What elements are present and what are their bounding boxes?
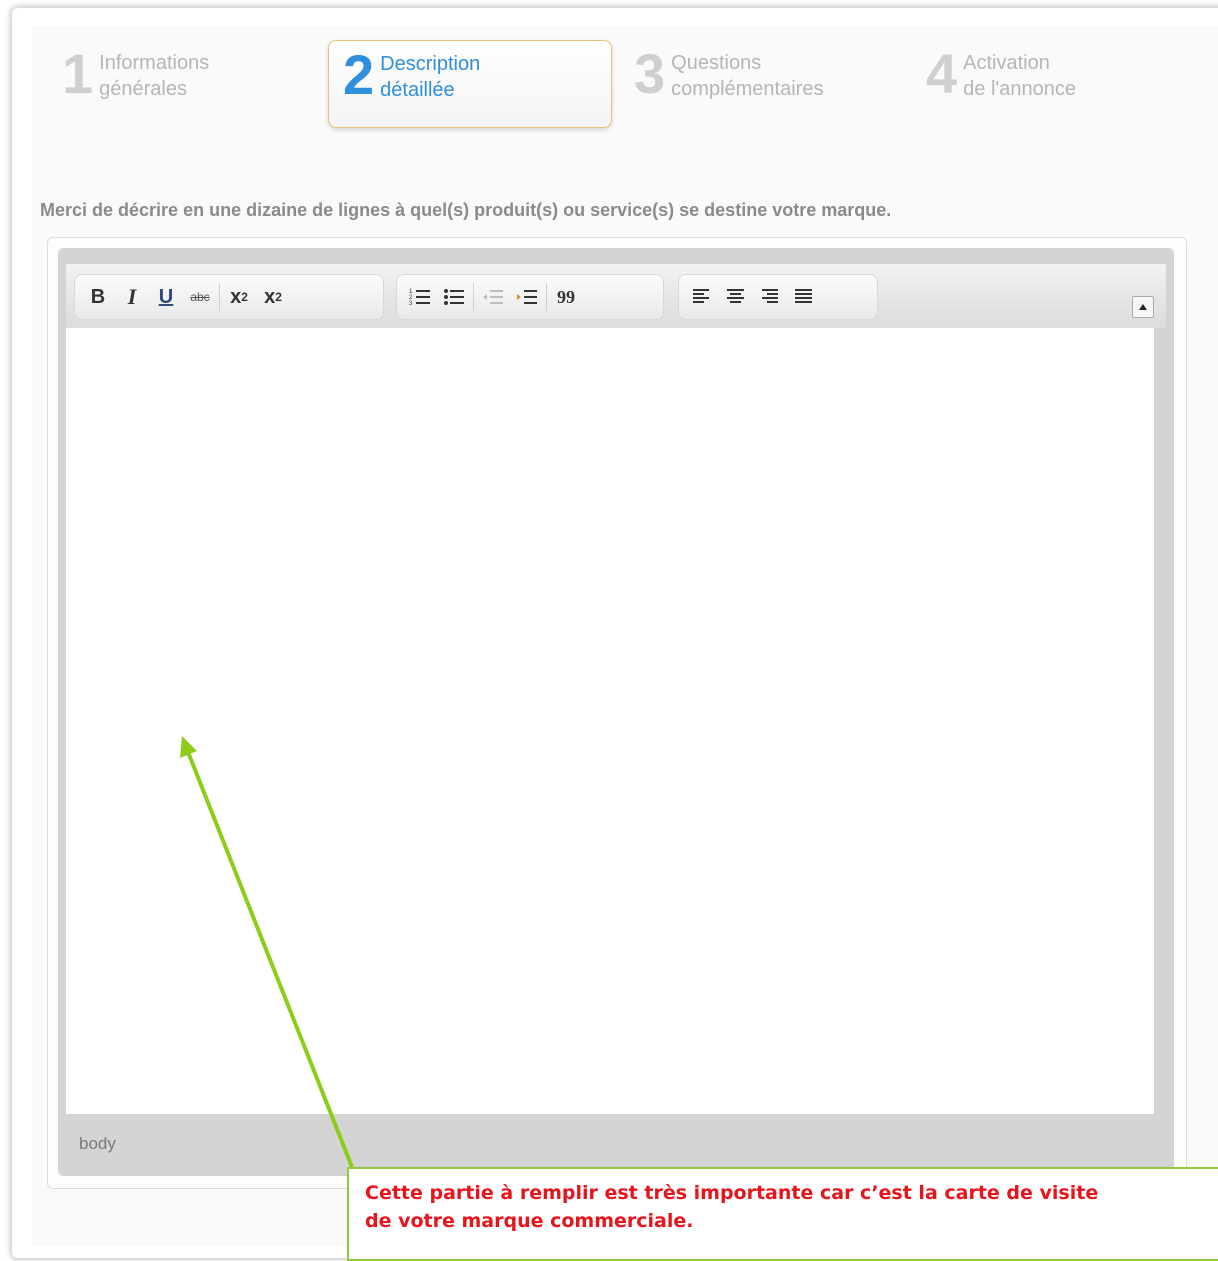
step-label-line2: détaillée <box>380 79 455 101</box>
step-number: 4 <box>926 42 958 105</box>
align-right-icon <box>762 289 778 303</box>
outdent-icon <box>483 290 503 304</box>
annotation-text: Cette partie à remplir est très importan… <box>365 1182 1099 1232</box>
collapse-toolbar-button[interactable] <box>1132 296 1154 318</box>
step-2-detailed-description[interactable]: 2 Description détaillée <box>328 40 612 128</box>
align-justify-button[interactable] <box>787 280 821 314</box>
editor-status-bar: body <box>66 1114 1166 1166</box>
align-left-button[interactable] <box>685 280 719 314</box>
superscript-index: 2 <box>275 290 282 304</box>
step-label-line1: Activation <box>963 52 1050 74</box>
bullet-list-icon <box>444 289 464 305</box>
align-center-icon <box>727 289 744 303</box>
toolbar-separator <box>219 283 220 311</box>
numbered-list-icon: 1 2 3 <box>409 289 430 307</box>
outdent-button[interactable] <box>476 280 510 314</box>
numbered-list-button[interactable]: 1 2 3 <box>403 280 437 314</box>
step-number: 2 <box>343 43 375 106</box>
step-label-line1: Questions <box>671 52 762 74</box>
step-4-ad-activation[interactable]: 4 Activation de l'annonce <box>926 42 1126 118</box>
instruction-text: Merci de décrire en une dizaine de ligne… <box>40 200 892 220</box>
triangle-up-icon <box>1139 304 1147 310</box>
toolbar-group-alignment <box>678 274 878 320</box>
underline-button[interactable]: U <box>149 280 183 314</box>
step-number: 3 <box>634 42 666 105</box>
bullet-list-button[interactable] <box>437 280 471 314</box>
superscript-base: x <box>264 285 276 308</box>
element-path-label[interactable]: body <box>79 1134 116 1154</box>
editor-frame: B I U abc x2 x2 1 2 3 99 body <box>58 248 1174 1176</box>
step-label-line1: Description <box>380 53 481 75</box>
align-right-button[interactable] <box>753 280 787 314</box>
step-1-general-info[interactable]: 1 Informations générales <box>62 42 262 118</box>
editor-toolbar: B I U abc x2 x2 1 2 3 99 <box>66 264 1166 328</box>
italic-button[interactable]: I <box>115 280 149 314</box>
step-label-line1: Informations <box>99 52 210 74</box>
step-label-line2: générales <box>99 78 187 100</box>
subscript-base: x <box>230 285 242 308</box>
toolbar-group-text-style: B I U abc x2 x2 <box>74 274 384 320</box>
annotation-callout: Cette partie à remplir est très importan… <box>347 1167 1218 1261</box>
indent-button[interactable] <box>510 280 544 314</box>
editor-content-area[interactable] <box>66 328 1154 1114</box>
subscript-index: 2 <box>241 290 248 304</box>
svg-text:3: 3 <box>409 301 413 307</box>
toolbar-group-paragraph: 1 2 3 99 <box>396 274 664 320</box>
align-left-icon <box>693 289 709 303</box>
step-label-line2: de l'annonce <box>963 78 1076 100</box>
toolbar-separator <box>546 283 547 311</box>
blockquote-button[interactable]: 99 <box>549 280 583 314</box>
bold-button[interactable]: B <box>81 280 115 314</box>
superscript-button[interactable]: x2 <box>256 280 290 314</box>
step-label-line2: complémentaires <box>671 78 824 100</box>
wizard-steps: 1 Informations générales 2 Description d… <box>0 0 1218 150</box>
rich-text-editor: B I U abc x2 x2 1 2 3 99 body <box>47 237 1187 1189</box>
toolbar-separator <box>473 283 474 311</box>
subscript-button[interactable]: x2 <box>222 280 256 314</box>
strikethrough-button[interactable]: abc <box>183 280 217 314</box>
step-number: 1 <box>62 42 94 105</box>
step-3-additional-questions[interactable]: 3 Questions complémentaires <box>634 42 894 118</box>
align-justify-icon <box>795 289 812 303</box>
indent-icon <box>517 290 537 304</box>
align-center-button[interactable] <box>719 280 753 314</box>
